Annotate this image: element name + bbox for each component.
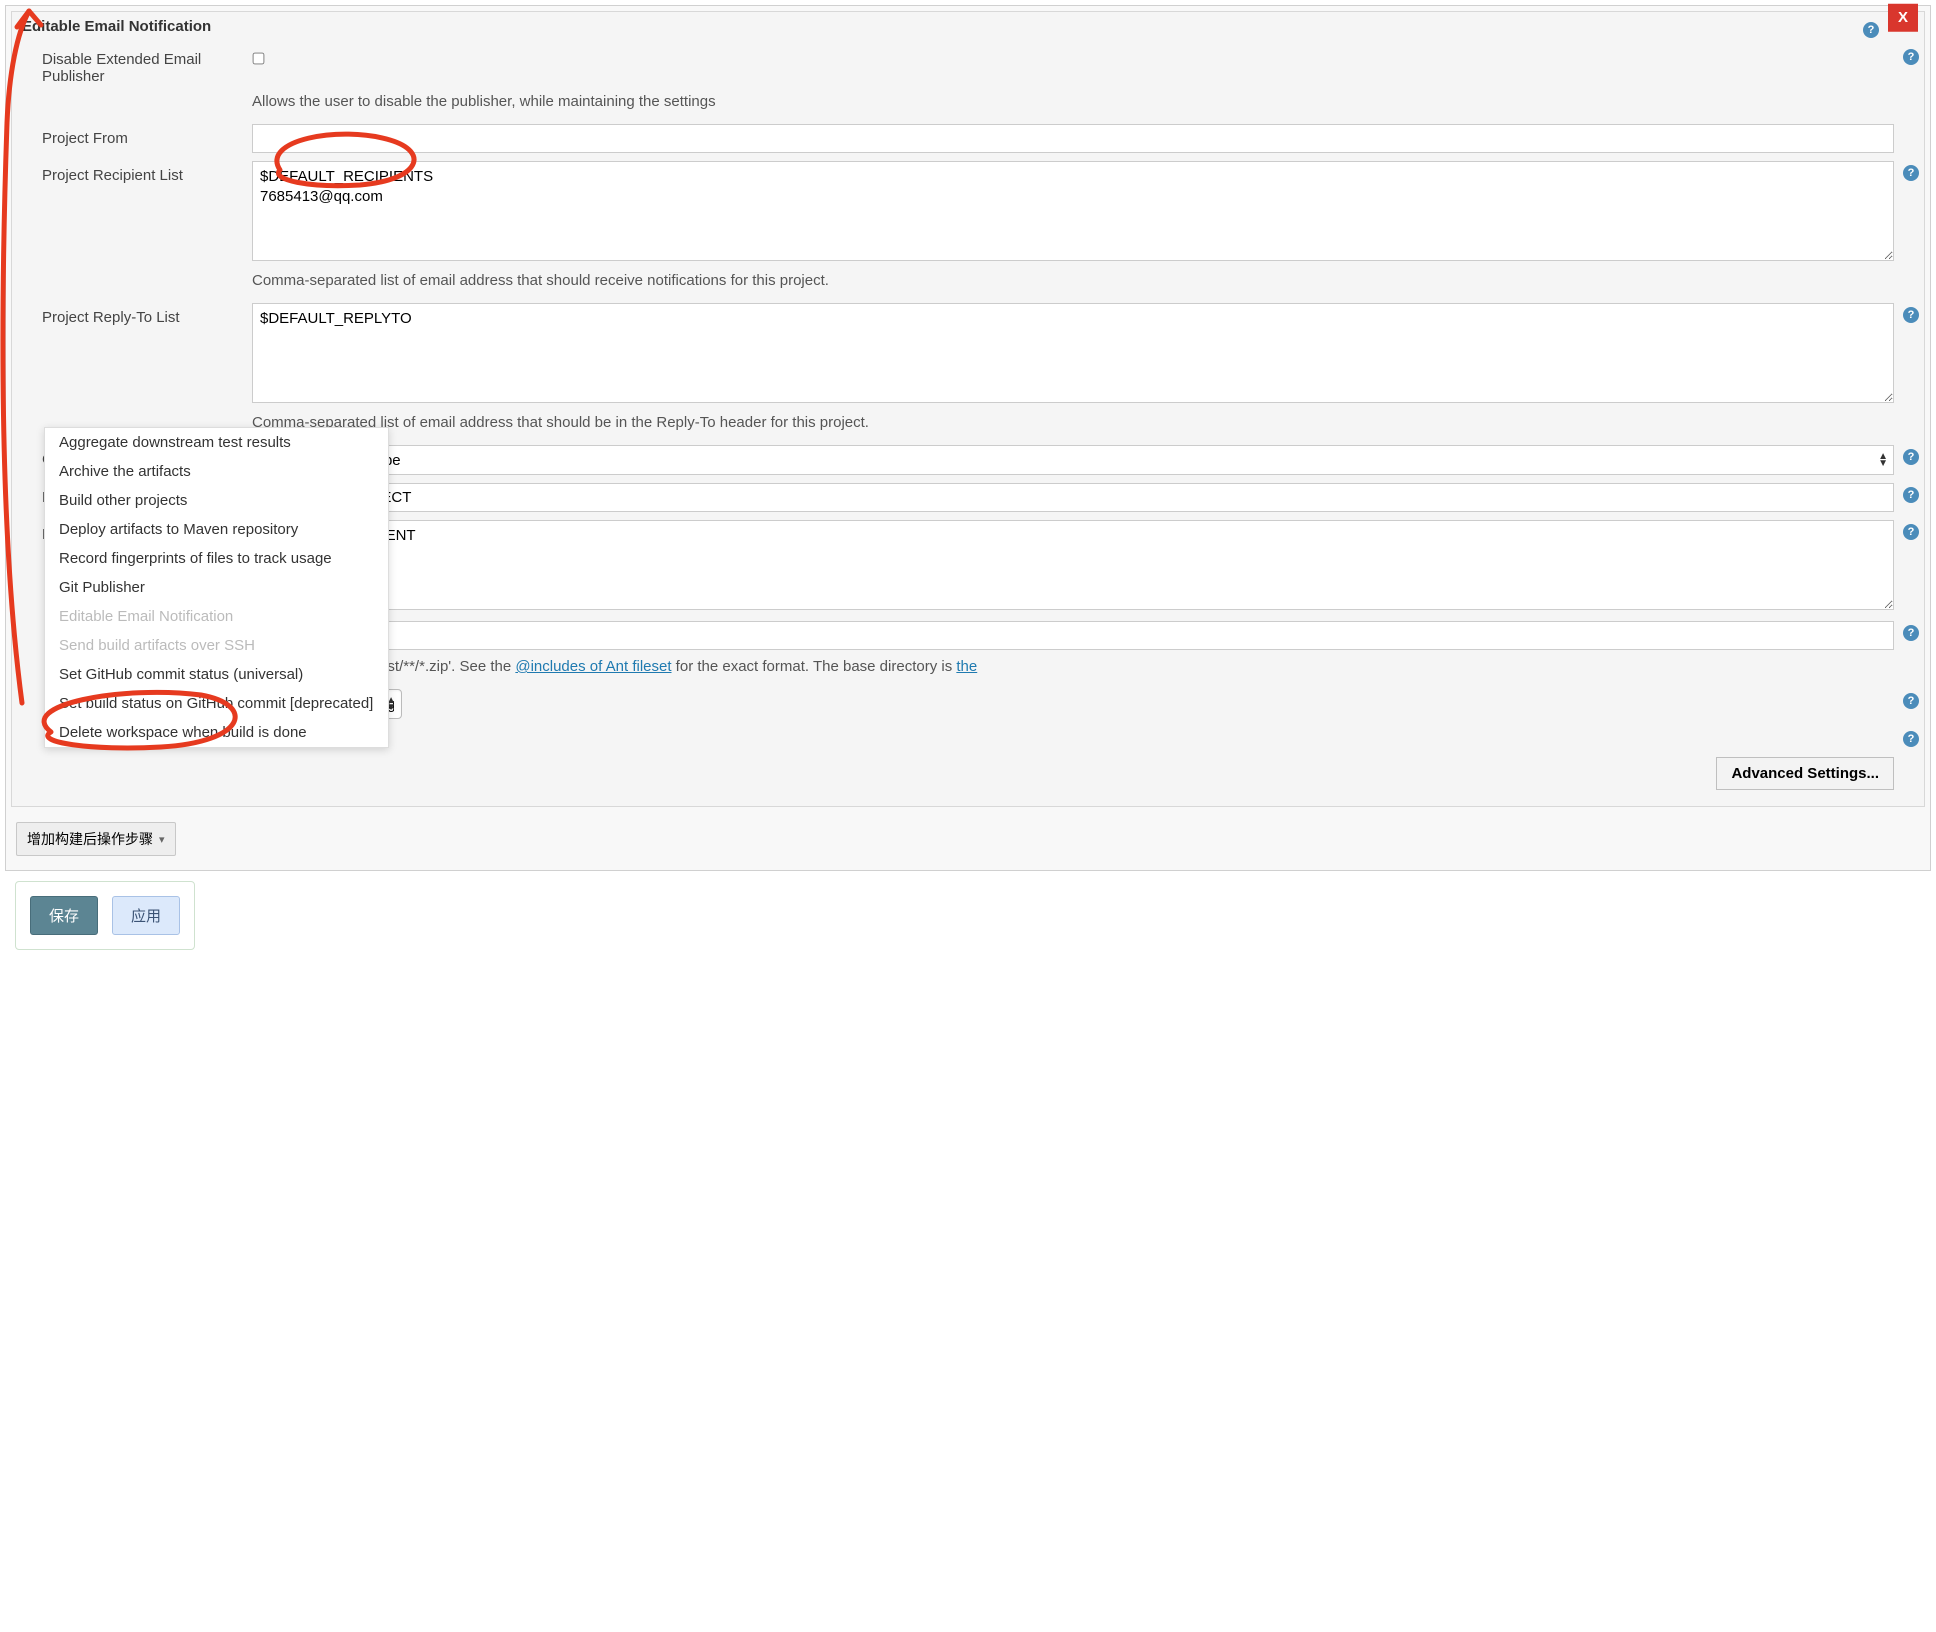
post-build-action-dropdown: Aggregate downstream test resultsArchive…: [44, 427, 389, 748]
dropdown-item[interactable]: Set GitHub commit status (universal): [45, 660, 388, 689]
dropdown-item[interactable]: Git Publisher: [45, 573, 388, 602]
dropdown-item: Editable Email Notification: [45, 602, 388, 631]
help-icon[interactable]: ?: [1903, 307, 1919, 323]
attachments-input[interactable]: [252, 621, 1894, 650]
disable-publisher-hint: Allows the user to disable the publisher…: [252, 91, 1868, 112]
help-icon[interactable]: ?: [1903, 487, 1919, 503]
dropdown-item[interactable]: Aggregate downstream test results: [45, 428, 388, 457]
dropdown-item[interactable]: Delete workspace when build is done: [45, 718, 388, 747]
dropdown-item[interactable]: Deploy artifacts to Maven repository: [45, 515, 388, 544]
attachments-hint: cards like 'module/dist/**/*.zip'. See t…: [252, 656, 1868, 677]
dropdown-item: Send build artifacts over SSH: [45, 631, 388, 660]
ant-fileset-link[interactable]: @includes of Ant fileset: [515, 658, 671, 675]
section-title: Editable Email Notification: [22, 18, 211, 35]
dropdown-item[interactable]: Record fingerprints of files to track us…: [45, 544, 388, 573]
project-from-label: Project From: [42, 124, 252, 147]
post-build-section: Editable Email Notification X ? Disable …: [5, 5, 1931, 871]
default-content-textarea[interactable]: $DEFAULT_CONTENT: [252, 520, 1894, 610]
apply-button[interactable]: 应用: [112, 896, 180, 935]
help-icon[interactable]: ?: [1903, 625, 1919, 641]
project-from-input[interactable]: [252, 124, 1894, 153]
delete-step-button[interactable]: X: [1888, 4, 1918, 32]
recipient-list-label: Project Recipient List: [42, 161, 252, 184]
help-icon[interactable]: ?: [1903, 693, 1919, 709]
section-header: Editable Email Notification X ?: [12, 12, 1924, 41]
editable-email-block: Editable Email Notification X ? Disable …: [11, 11, 1925, 807]
reply-to-textarea[interactable]: $DEFAULT_REPLYTO: [252, 303, 1894, 403]
content-type-select[interactable]: Default Content Type: [252, 445, 1894, 475]
help-icon[interactable]: ?: [1903, 731, 1919, 747]
workspace-link[interactable]: the: [956, 658, 977, 675]
caret-down-icon: ▾: [159, 833, 165, 846]
help-icon[interactable]: ?: [1903, 49, 1919, 65]
advanced-settings-button[interactable]: Advanced Settings...: [1716, 757, 1894, 790]
help-icon[interactable]: ?: [1903, 165, 1919, 181]
add-step-label: 增加构建后操作步骤: [27, 829, 153, 849]
reply-to-label: Project Reply-To List: [42, 303, 252, 326]
recipient-list-textarea[interactable]: $DEFAULT_RECIPIENTS 7685413@qq.com: [252, 161, 1894, 261]
help-icon[interactable]: ?: [1903, 449, 1919, 465]
default-subject-input[interactable]: [252, 483, 1894, 512]
dropdown-item[interactable]: Set build status on GitHub commit [depre…: [45, 689, 388, 718]
disable-publisher-checkbox[interactable]: [253, 53, 265, 65]
save-bar: 保存 应用: [15, 881, 195, 950]
help-icon[interactable]: ?: [1863, 22, 1879, 38]
dropdown-item[interactable]: Build other projects: [45, 486, 388, 515]
dropdown-item[interactable]: Archive the artifacts: [45, 457, 388, 486]
reply-to-hint: Comma-separated list of email address th…: [252, 412, 1868, 433]
attachments-hint-mid: for the exact format. The base directory…: [672, 658, 957, 675]
add-post-build-step-button[interactable]: 增加构建后操作步骤 ▾: [16, 822, 176, 856]
save-button[interactable]: 保存: [30, 896, 98, 935]
disable-publisher-label: Disable Extended Email Publisher: [42, 45, 252, 85]
recipient-list-hint: Comma-separated list of email address th…: [252, 270, 1868, 291]
help-icon[interactable]: ?: [1903, 524, 1919, 540]
